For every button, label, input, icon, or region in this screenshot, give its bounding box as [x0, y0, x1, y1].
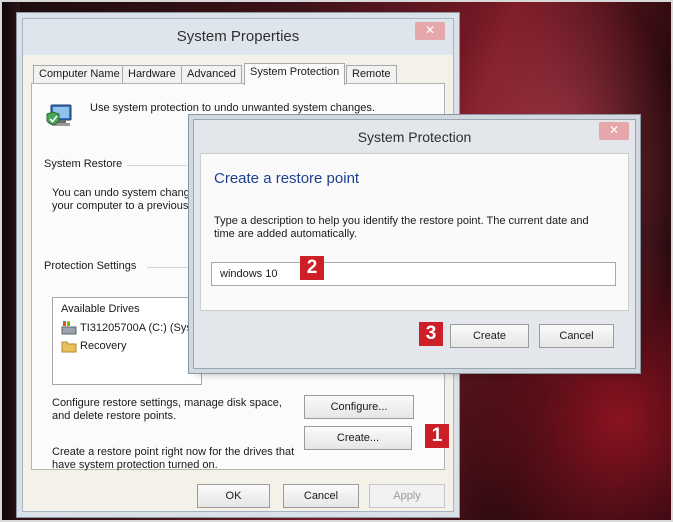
description-line-2: time are added automatically. [214, 228, 357, 240]
restore-point-description-input[interactable]: windows 10 [211, 262, 616, 286]
description-line-1: Type a description to help you identify … [214, 215, 589, 227]
folder-icon [61, 341, 77, 353]
create-description-line-1: Create a restore point right now for the… [52, 446, 295, 458]
configure-description-line-2: and delete restore points. [52, 410, 177, 422]
available-drives-list[interactable]: Available Drives TI31205700A (C:) (Syst … [52, 297, 202, 385]
dialog-title: System Protection [357, 129, 472, 145]
apply-button[interactable]: Apply [369, 484, 445, 508]
divider [127, 165, 187, 166]
close-button[interactable]: ✕ [415, 22, 445, 40]
system-restore-heading: System Restore [44, 158, 123, 170]
create-button[interactable]: Create [450, 324, 529, 348]
create-restore-point-heading: Create a restore point [214, 170, 360, 187]
close-button[interactable]: ✕ [599, 122, 629, 140]
tab-remote[interactable]: Remote [346, 65, 397, 83]
system-protection-dialog: System Protection ✕ Create a restore poi… [193, 119, 636, 369]
tab-system-protection[interactable]: System Protection [244, 63, 346, 85]
configure-button[interactable]: Configure... [304, 395, 414, 419]
cancel-button[interactable]: Cancel [539, 324, 614, 348]
protection-settings-heading: Protection Settings [44, 260, 137, 272]
create-description-line-2: have system protection turned on. [52, 459, 218, 471]
tab-advanced[interactable]: Advanced [181, 65, 242, 83]
configure-description-line-1: Configure restore settings, manage disk … [52, 397, 282, 409]
ok-button[interactable]: OK [197, 484, 270, 508]
create-restore-point-button[interactable]: Create... [304, 426, 412, 450]
intro-text: Use system protection to undo unwanted s… [90, 102, 375, 114]
system-drive-icon [61, 321, 77, 335]
step-marker-1: 1 [425, 424, 449, 448]
system-protection-titlebar[interactable]: System Protection ✕ [194, 120, 635, 153]
restore-description-line-2: your computer to a previous r [52, 200, 196, 212]
tab-computer-name[interactable]: Computer Name [33, 65, 126, 83]
divider [147, 267, 192, 268]
step-marker-2: 2 [300, 256, 324, 280]
tab-hardware[interactable]: Hardware [122, 65, 182, 83]
window-title: System Properties [176, 28, 300, 45]
drive-item-recovery[interactable]: Recovery [80, 340, 126, 352]
restore-description-line-1: You can undo system change [52, 187, 196, 199]
drive-item-system[interactable]: TI31205700A (C:) (Syst [80, 322, 195, 334]
available-drives-header: Available Drives [61, 303, 140, 315]
cancel-button[interactable]: Cancel [283, 484, 359, 508]
dialog-content: Create a restore point Type a descriptio… [200, 153, 629, 311]
system-properties-titlebar[interactable]: System Properties ✕ [23, 19, 453, 55]
step-marker-3: 3 [419, 322, 443, 346]
system-protection-icon [46, 104, 72, 126]
